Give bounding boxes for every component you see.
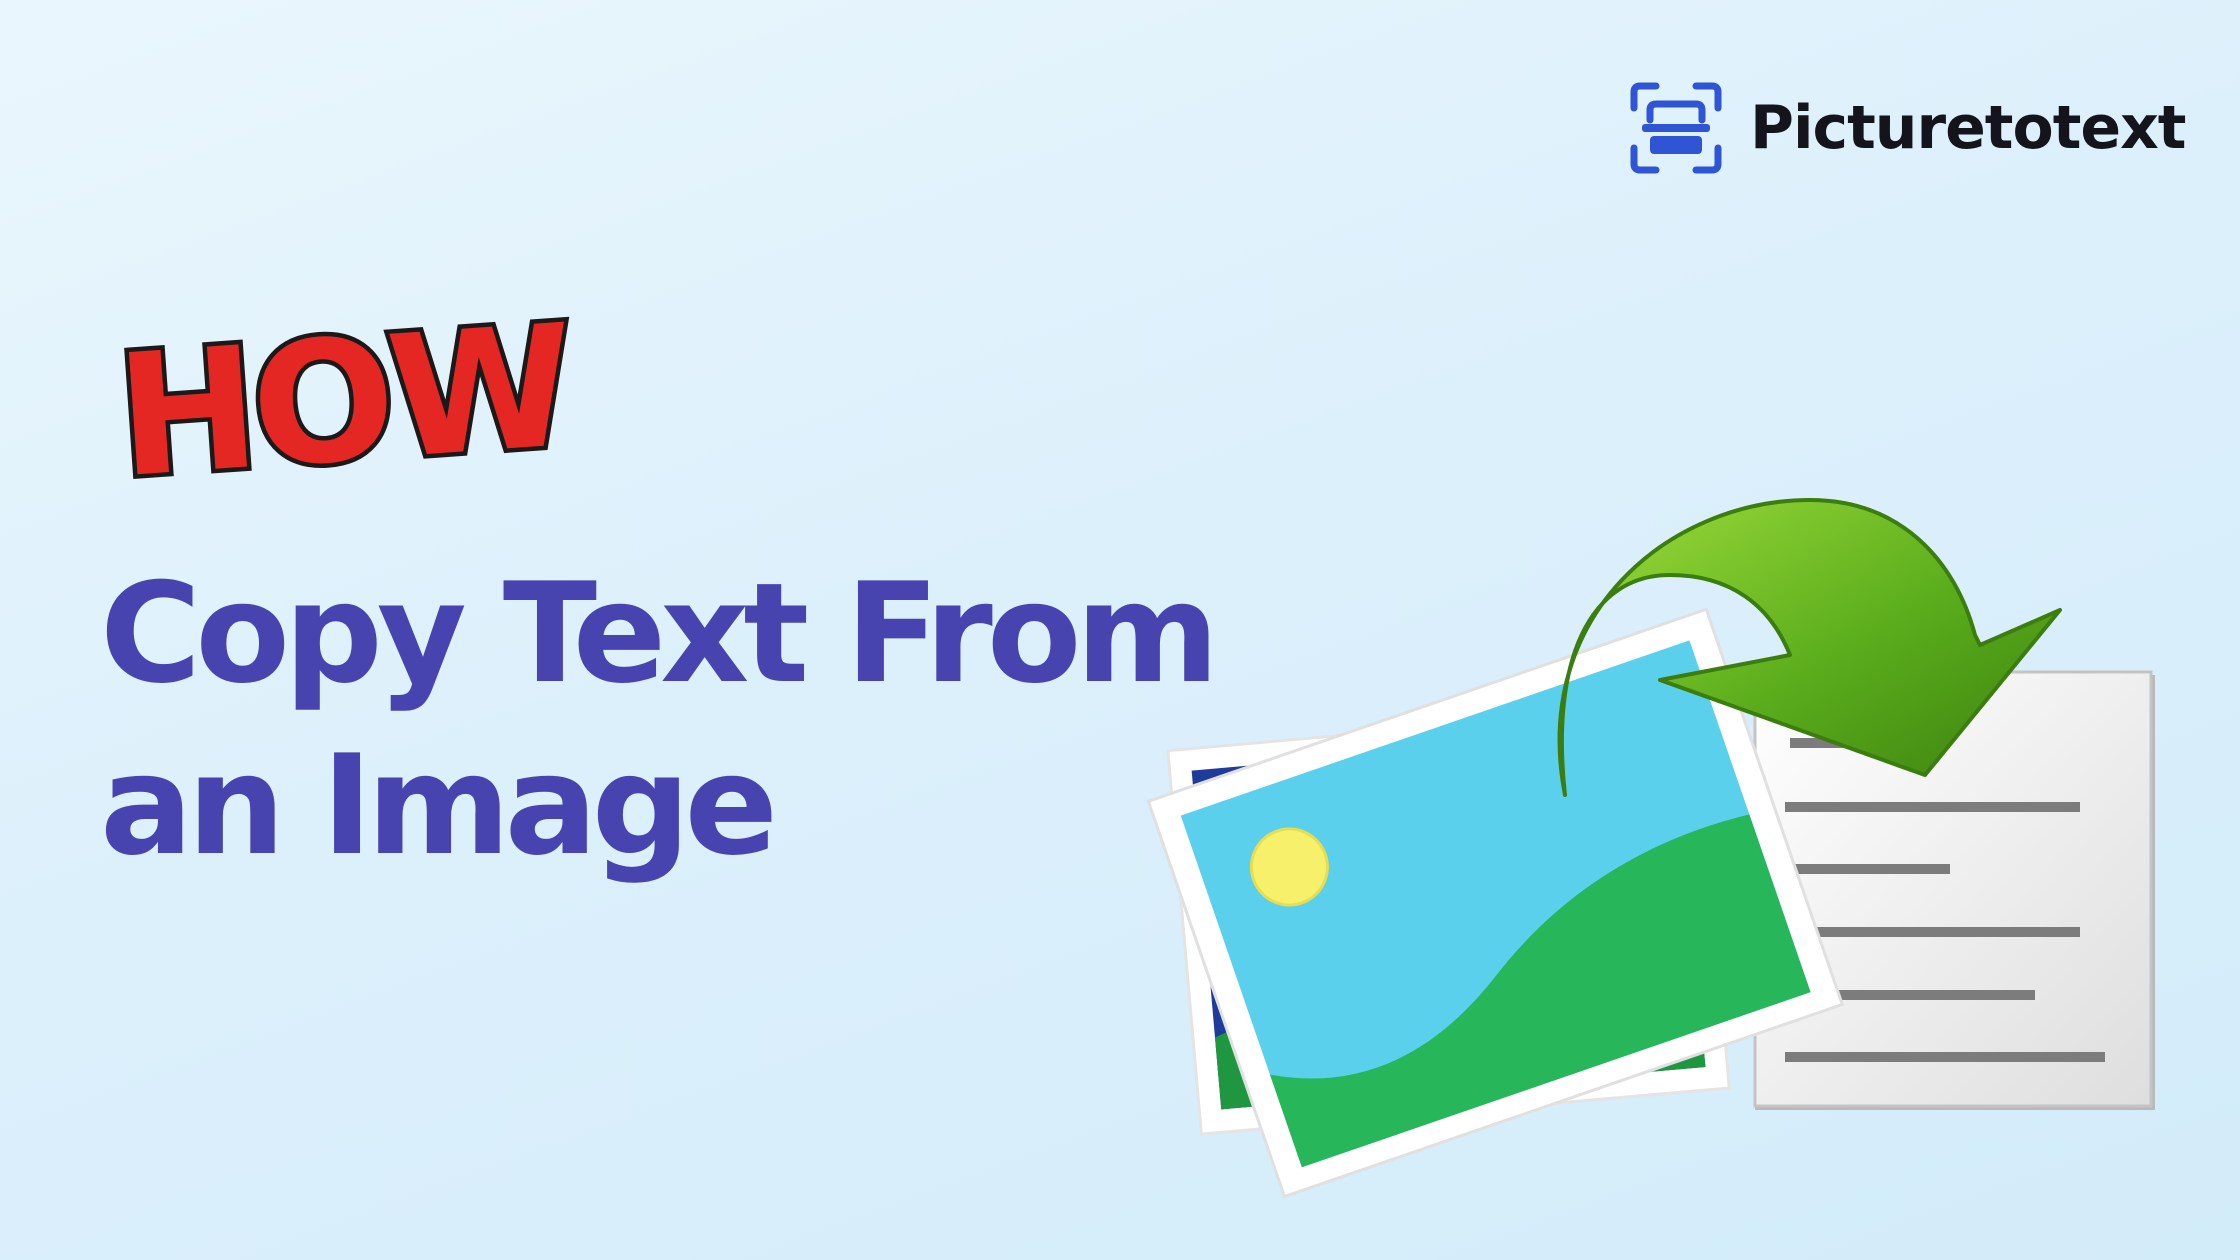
headline-line-1: Copy Text From [100,553,1219,714]
scan-frame-icon [1630,82,1722,174]
brand-logo[interactable]: Picturetotext [1628,78,2186,178]
brand-name: Picturetotext [1750,93,2186,163]
page-headline: Copy Text From an Image [100,548,1219,892]
headline-line-2: an Image [100,725,778,886]
how-word: HOW? [111,290,570,500]
how-question-art: HOW? [110,290,570,500]
image-to-text-illustration [1146,498,2155,1199]
